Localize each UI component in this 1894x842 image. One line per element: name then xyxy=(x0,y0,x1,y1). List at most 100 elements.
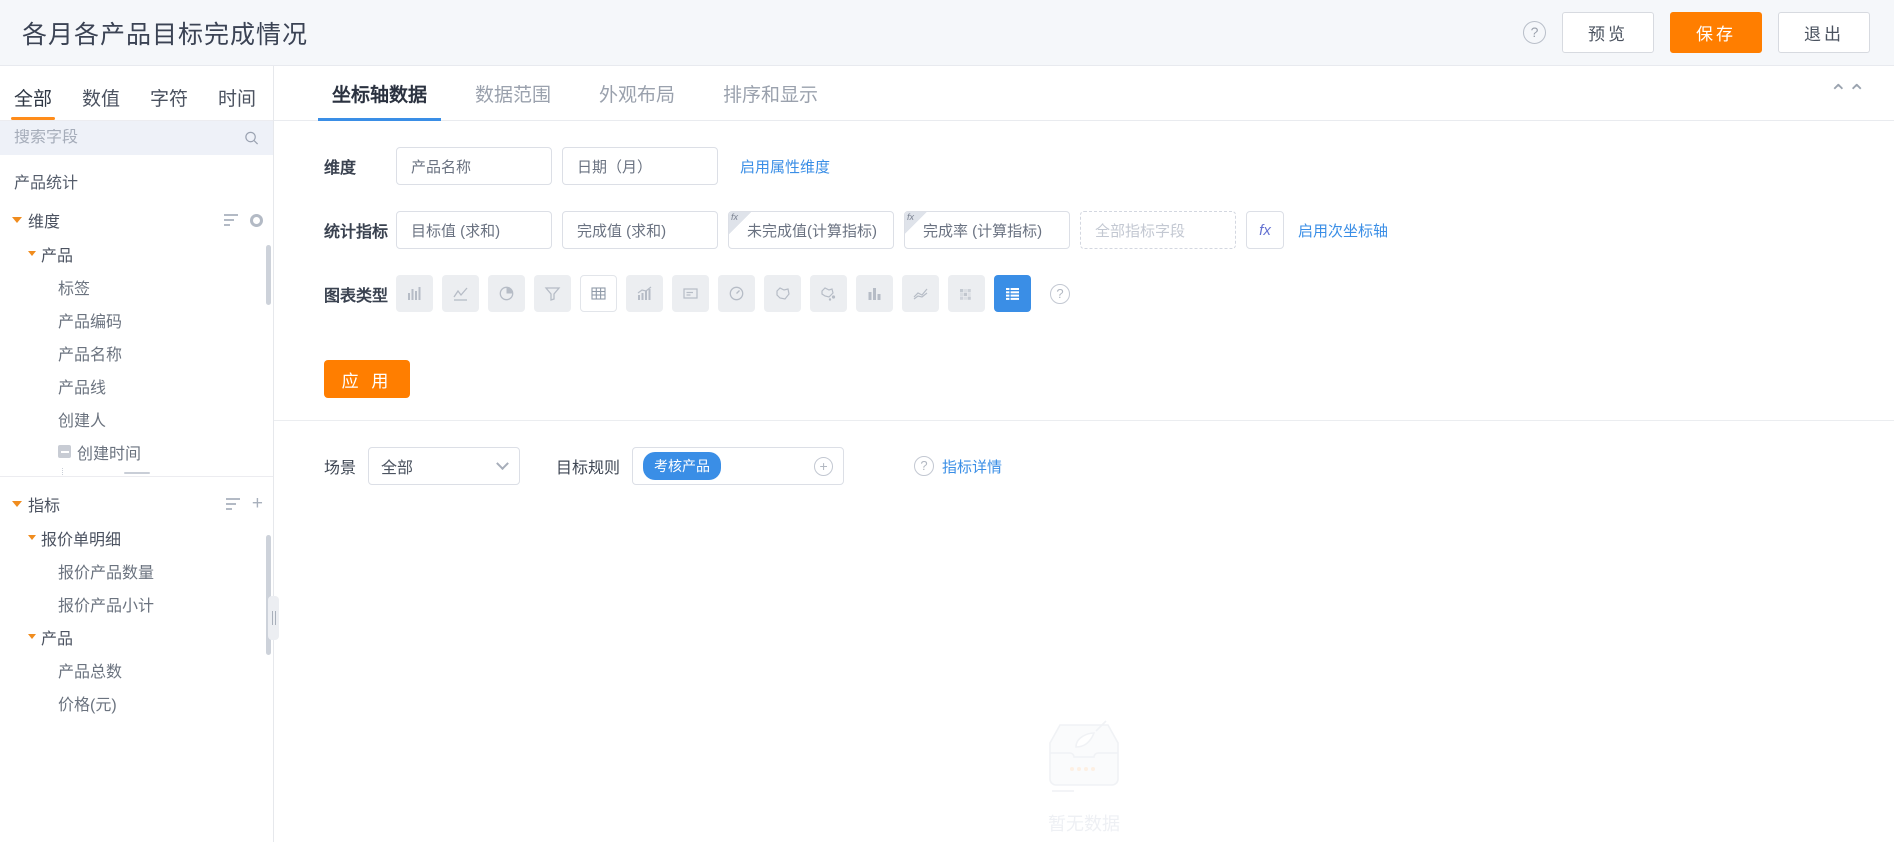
metric-field-placeholder[interactable]: 全部指标字段 xyxy=(1080,211,1236,249)
preview-button[interactable]: 预览 xyxy=(1562,12,1654,53)
pie-chart-icon[interactable] xyxy=(488,275,525,312)
enable-attribute-dimension-link[interactable]: 启用属性维度 xyxy=(740,156,830,177)
tree-node-price[interactable]: 价格(元) xyxy=(0,686,273,719)
body-wrapper: 全部 数值 字符 时间 产品统计 维度 xyxy=(0,66,1894,842)
metric-field-4[interactable]: fx 完成率 (计算指标) xyxy=(904,211,1070,249)
tree-item-label: 创建时间 xyxy=(77,445,142,463)
chart-type-icon-list: ? xyxy=(396,275,1070,312)
metric-field-3[interactable]: fx 未完成值(计算指标) xyxy=(728,211,894,249)
metric-section: 指标 + 报价单明细 报价产品数量 报价产品小计 产品 产品总数 价格(元) xyxy=(0,477,273,842)
caret-down-icon xyxy=(28,251,36,256)
metric-field-2[interactable]: 完成值 (求和) xyxy=(562,211,718,249)
page-title: 各月各产品目标完成情况 xyxy=(22,20,309,49)
tree-item-label: 报价产品数量 xyxy=(58,564,155,582)
tree-node-creator[interactable]: 创建人 xyxy=(0,402,273,435)
dimension-field-1[interactable]: 产品名称 xyxy=(396,147,552,185)
tab-axis-data[interactable]: 坐标轴数据 xyxy=(308,66,451,121)
card-chart-icon[interactable] xyxy=(672,275,709,312)
help-icon[interactable]: ? xyxy=(914,456,935,476)
metric-field-3-label: 未完成值(计算指标) xyxy=(747,222,877,240)
gear-icon[interactable] xyxy=(250,213,263,227)
dimension-field-2[interactable]: 日期（月） xyxy=(562,147,718,185)
pane-resize-handle[interactable] xyxy=(268,596,279,640)
bar-chart-icon[interactable] xyxy=(396,275,433,312)
app-header: 各月各产品目标完成情况 ? 预览 保存 退出 xyxy=(0,0,1894,66)
metric-field-1[interactable]: 目标值 (求和) xyxy=(396,211,552,249)
tree-node-product[interactable]: 产品 xyxy=(0,237,273,270)
tree-node-quote-subtotal[interactable]: 报价产品小计 xyxy=(0,587,273,620)
sort-icon[interactable] xyxy=(224,213,239,227)
help-icon[interactable]: ? xyxy=(1523,21,1546,44)
tree-item-label: 产品 xyxy=(41,630,74,648)
sidebar-tabs: 全部 数值 字符 时间 xyxy=(0,66,273,121)
enable-secondary-axis-link[interactable]: 启用次坐标轴 xyxy=(1298,220,1388,241)
help-icon[interactable]: ? xyxy=(1050,283,1070,304)
sort-icon[interactable] xyxy=(225,497,241,511)
tab-sort-display[interactable]: 排序和显示 xyxy=(699,66,842,121)
dimension-scrollbar[interactable] xyxy=(266,245,271,305)
search-icon xyxy=(245,131,259,145)
metric-detail-link[interactable]: 指标详情 xyxy=(942,456,1002,477)
search-input[interactable] xyxy=(14,129,244,147)
target-rule-field[interactable]: 考核产品 + xyxy=(632,447,845,485)
target-rule-label: 目标规则 xyxy=(556,460,621,477)
tree-node-product-code[interactable]: 产品编码 xyxy=(0,303,273,336)
tree-node-metric-product[interactable]: 产品 xyxy=(0,620,273,653)
plus-circle-icon[interactable]: + xyxy=(814,456,834,476)
scatter-map-chart-icon[interactable] xyxy=(810,275,847,312)
tree-node-quote-detail[interactable]: 报价单明细 xyxy=(0,521,273,554)
map-chart-icon[interactable] xyxy=(764,275,801,312)
pivot-table-chart-icon[interactable] xyxy=(994,275,1031,312)
target-rule-tag[interactable]: 考核产品 xyxy=(643,452,722,480)
double-chevron-up-icon[interactable]: ⌃⌃ xyxy=(1829,82,1866,104)
metric-row-label: 统计指标 xyxy=(324,224,389,241)
collapse-minus-icon[interactable] xyxy=(58,445,71,458)
heatmap-chart-icon[interactable] xyxy=(948,275,985,312)
apply-button[interactable]: 应 用 xyxy=(324,360,410,398)
table-chart-icon[interactable] xyxy=(580,275,617,312)
tree-node-quote-qty[interactable]: 报价产品数量 xyxy=(0,554,273,587)
caret-down-icon xyxy=(28,535,36,540)
dimension-row-label: 维度 xyxy=(324,160,357,177)
dimension-group-label: 维度 xyxy=(28,214,61,231)
metric-detail-area: ? 指标详情 xyxy=(904,456,1002,477)
metric-group-label: 指标 xyxy=(28,498,61,515)
exit-button[interactable]: 退出 xyxy=(1778,12,1870,53)
plus-icon[interactable]: + xyxy=(252,494,263,513)
search-field-container[interactable] xyxy=(0,121,273,155)
tree-node-product-line[interactable]: 产品线 xyxy=(0,369,273,402)
tree-node-create-time-year[interactable]: 创建时间(年) xyxy=(62,468,273,476)
tree-node-create-time[interactable]: 创建时间 xyxy=(0,435,273,468)
sidebar-tab-string[interactable]: 字符 xyxy=(150,84,188,120)
save-button[interactable]: 保存 xyxy=(1670,12,1762,53)
area-chart-icon[interactable] xyxy=(902,275,939,312)
tree-node-tag[interactable]: 标签 xyxy=(0,270,273,303)
tree-item-label: 报价单明细 xyxy=(41,531,122,549)
tree-item-label: 产品总数 xyxy=(58,663,123,681)
chevron-down-icon xyxy=(496,456,509,470)
scene-select[interactable]: 全部 xyxy=(368,447,521,485)
tab-appearance-layout[interactable]: 外观布局 xyxy=(575,66,699,121)
chart-type-row-label: 图表类型 xyxy=(324,287,389,305)
gauge-chart-icon[interactable] xyxy=(718,275,755,312)
section-resize-handle[interactable] xyxy=(123,470,150,476)
sidebar-tab-time[interactable]: 时间 xyxy=(218,84,256,120)
tree-item-label: 标签 xyxy=(58,280,91,298)
dimension-group-header[interactable]: 维度 xyxy=(0,203,273,237)
empty-state: 暂无数据 xyxy=(1030,713,1138,836)
funnel-chart-icon[interactable] xyxy=(534,275,571,312)
formula-button[interactable]: fx xyxy=(1246,211,1284,249)
metric-group-header[interactable]: 指标 + xyxy=(0,487,273,521)
tree-node-product-total[interactable]: 产品总数 xyxy=(0,653,273,686)
combo-chart-icon[interactable] xyxy=(626,275,663,312)
line-chart-icon[interactable] xyxy=(442,275,479,312)
sidebar-tab-all[interactable]: 全部 xyxy=(10,84,56,120)
bar-stack-chart-icon[interactable] xyxy=(856,275,893,312)
metric-field-4-label: 完成率 (计算指标) xyxy=(923,222,1043,240)
tab-data-range[interactable]: 数据范围 xyxy=(451,66,575,121)
sidebar-tab-number[interactable]: 数值 xyxy=(82,84,120,120)
dimension-config-row: 维度 产品名称 日期（月） 启用属性维度 xyxy=(274,147,1894,185)
tree-node-product-name[interactable]: 产品名称 xyxy=(0,336,273,369)
empty-state-label: 暂无数据 xyxy=(1048,814,1120,834)
tree-item-label: 报价产品小计 xyxy=(58,597,155,615)
